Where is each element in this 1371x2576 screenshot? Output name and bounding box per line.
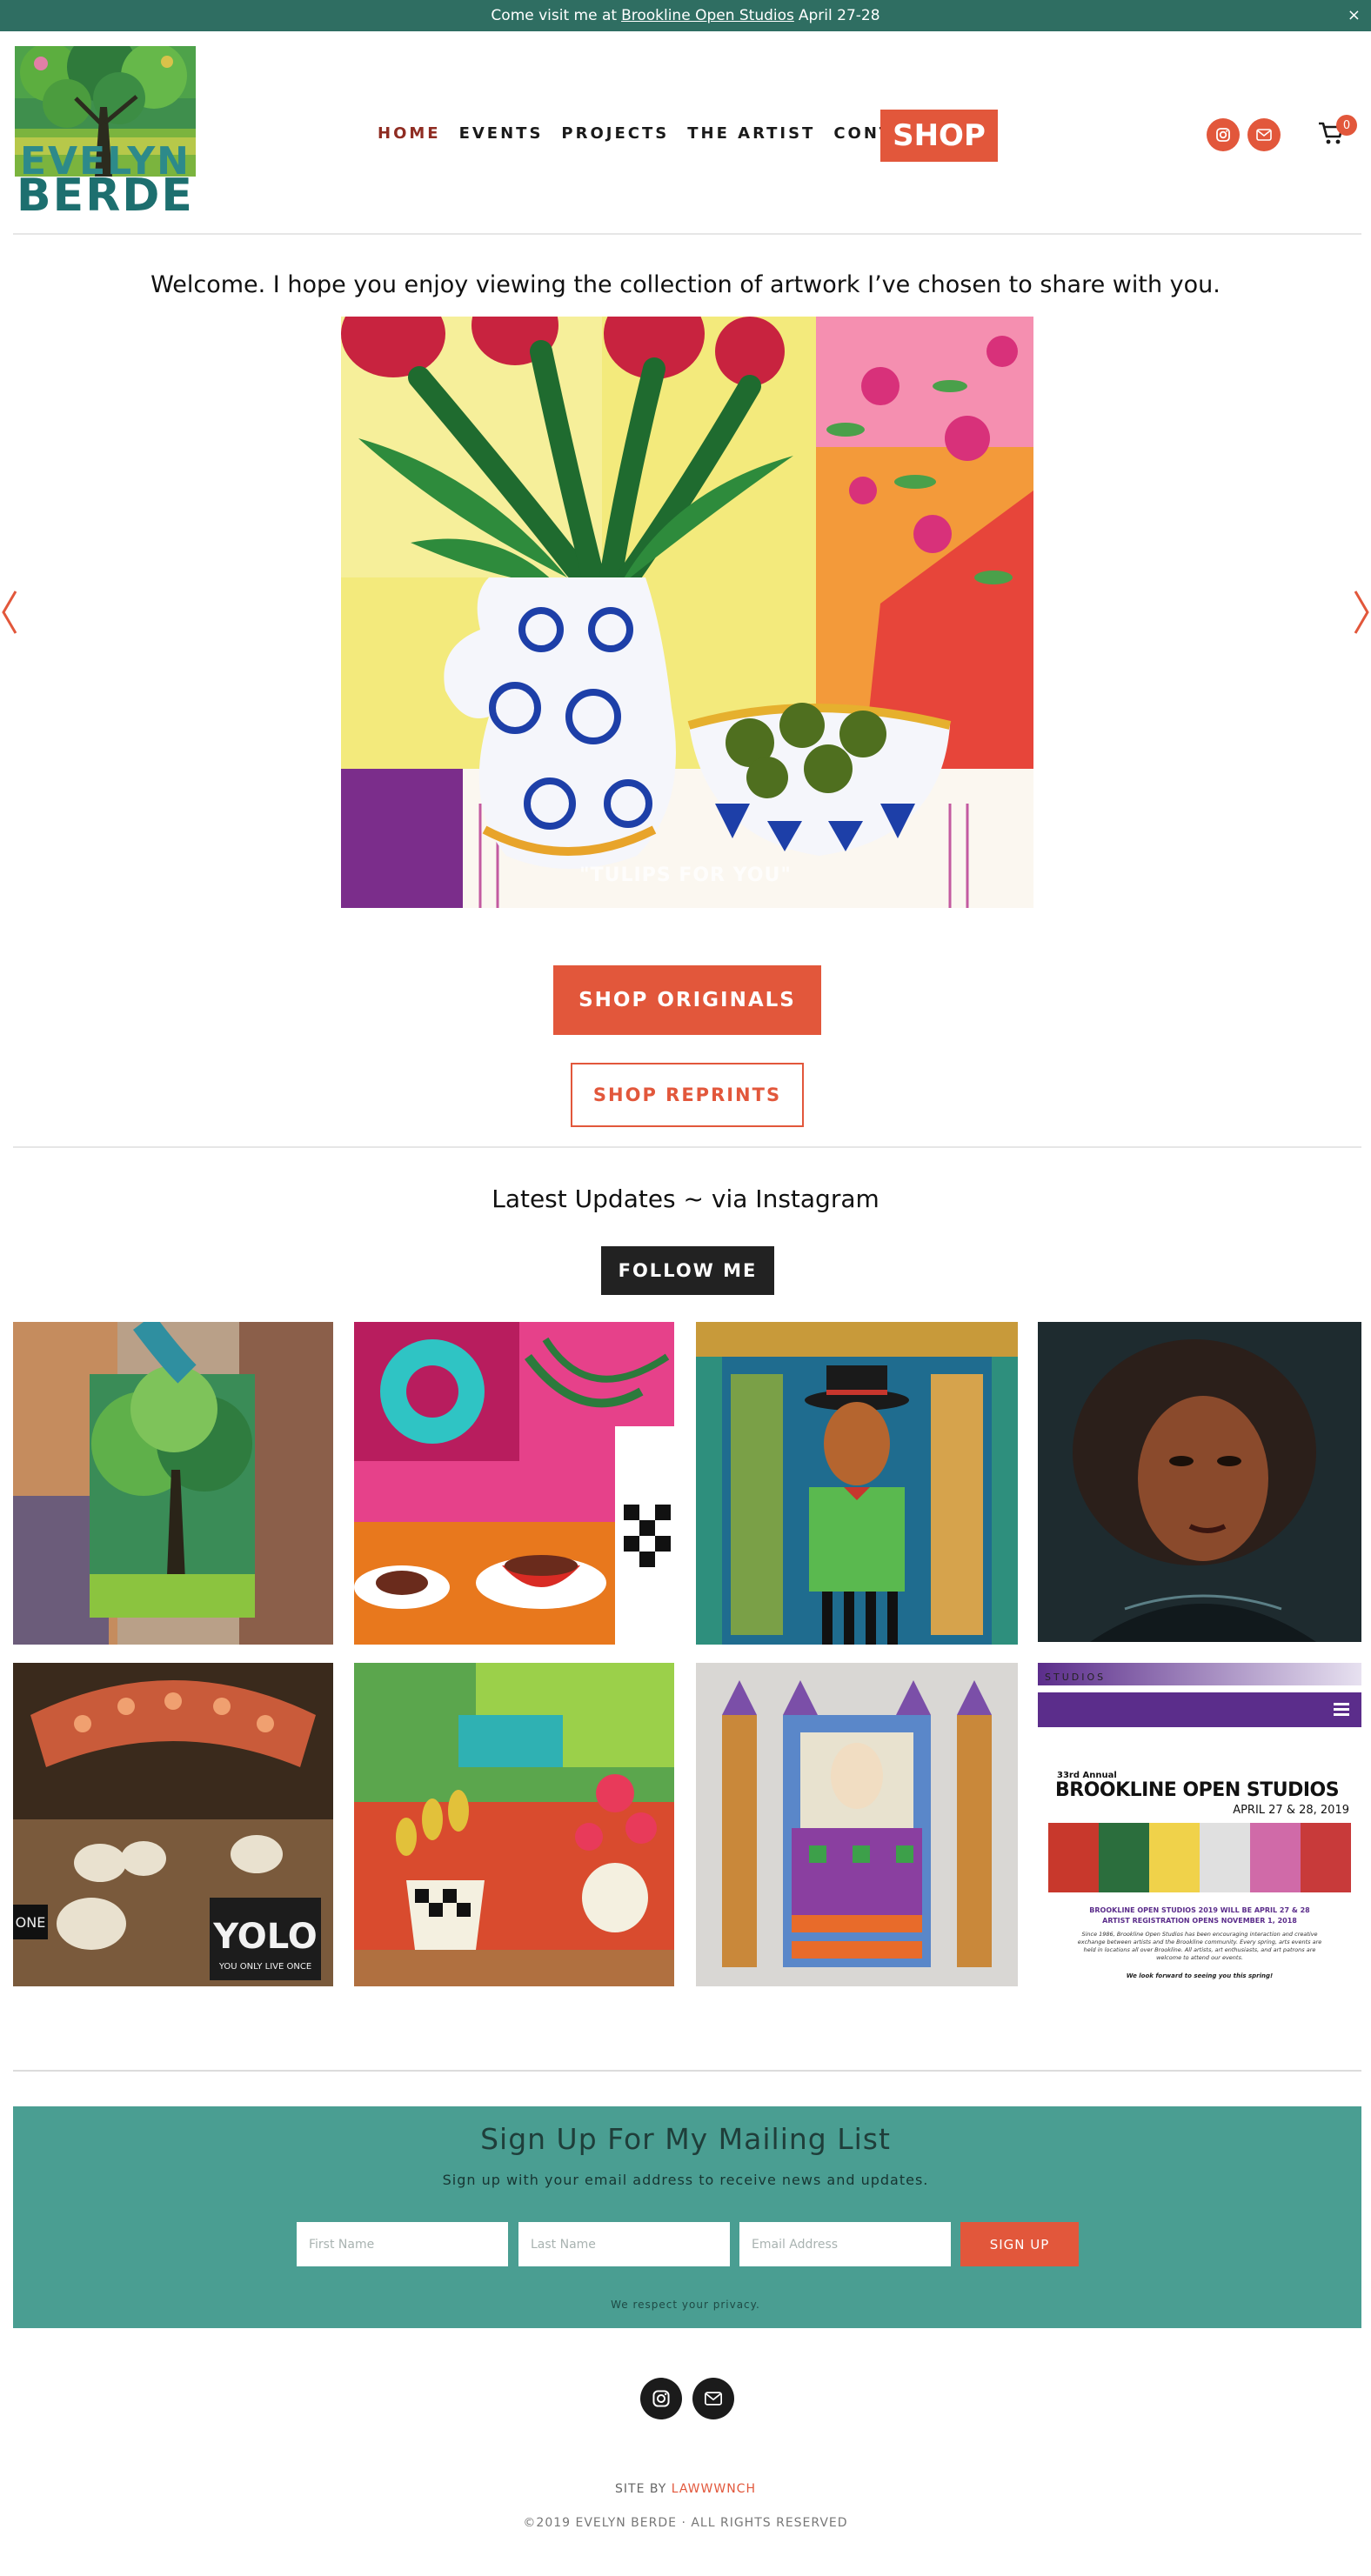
site-logo[interactable]: EVELYN BERDE (15, 46, 196, 222)
mailing-title: Sign Up For My Mailing List (480, 2122, 891, 2156)
mailing-subtitle: Sign up with your email address to recei… (442, 2172, 929, 2188)
site-by-link[interactable]: LAWWWNCH (672, 2482, 756, 2496)
hero-caption: "TULIPS FOR YOU" (579, 864, 792, 886)
nav-the-artist[interactable]: THE ARTIST (687, 124, 815, 143)
email-icon[interactable] (1247, 118, 1281, 151)
shop-reprints-button[interactable]: SHOP REPRINTS (571, 1063, 804, 1127)
instagram-post-teacups[interactable] (354, 1322, 674, 1645)
yolo-sign-subtext: YOU ONLY LIVE ONCE (218, 1962, 311, 1972)
footer-divider (13, 2070, 1361, 2072)
instagram-post-saint-icon[interactable] (696, 1663, 1018, 1986)
poster-body: Since 1986, Brookline Open Studios has b… (1077, 1931, 1322, 1961)
last-name-field[interactable] (518, 2222, 730, 2266)
nav-home[interactable]: HOME (378, 124, 441, 143)
hamburger-icon (1334, 1703, 1349, 1717)
instagram-post-woman-portrait[interactable] (1038, 1322, 1361, 1642)
site-by-label: SITE BY (615, 2482, 667, 2496)
poster-closing: We look forward to seeing you this sprin… (1126, 1972, 1274, 1979)
poster-menu-bar (1038, 1692, 1361, 1727)
announcement-prefix: Come visit me at (491, 7, 618, 24)
poster-brand: STUDIOS (1045, 1672, 1107, 1683)
poster-artwork-strip (1048, 1823, 1351, 1892)
welcome-text: Welcome. I hope you enjoy viewing the co… (150, 271, 1221, 298)
shop-originals-button[interactable]: SHOP ORIGINALS (553, 965, 821, 1035)
first-name-field[interactable] (297, 2222, 508, 2266)
instagram-icon[interactable] (640, 2378, 682, 2419)
announcement-link[interactable]: Brookline Open Studios (621, 7, 794, 24)
sign-up-button[interactable]: SIGN UP (960, 2222, 1079, 2266)
instagram-post-tulips-table[interactable] (354, 1663, 674, 1986)
chevron-right-icon[interactable] (1350, 588, 1371, 637)
instagram-post-lamp-birds[interactable]: YOLO YOU ONLY LIVE ONCE ONE (13, 1663, 333, 1986)
yolo-sign-text: YOLO (212, 1917, 318, 1957)
instagram-icon[interactable] (1207, 118, 1240, 151)
logo-last-name: BERDE (17, 170, 194, 222)
follow-me-button[interactable]: FOLLOW ME (601, 1246, 774, 1295)
chevron-left-icon[interactable] (0, 588, 21, 637)
header-divider (13, 233, 1361, 235)
main-nav: HOME EVENTS PROJECTS THE ARTIST CONTACT (378, 124, 952, 143)
privacy-note: We respect your privacy. (611, 2299, 760, 2311)
poster-line-1: BROOKLINE OPEN STUDIOS 2019 WILL BE APRI… (1089, 1906, 1310, 1914)
poster-title: BROOKLINE OPEN STUDIOS (1055, 1779, 1340, 1801)
cart-count: 0 (1336, 115, 1357, 136)
instagram-post-man-portrait[interactable] (696, 1322, 1018, 1645)
shop-button[interactable]: SHOP (880, 110, 998, 162)
poster-dates: APRIL 27 & 28, 2019 (1233, 1804, 1349, 1817)
updates-title: Latest Updates ~ via Instagram (492, 1185, 879, 1213)
instagram-post-tree-tote[interactable] (13, 1322, 333, 1645)
announcement-suffix: April 27-28 (798, 7, 880, 24)
copyright: ©2019 EVELYN BERDE · ALL RIGHTS RESERVED (523, 2516, 848, 2530)
email-field[interactable] (739, 2222, 951, 2266)
partial-sign-text: ONE (16, 1914, 46, 1931)
nav-projects[interactable]: PROJECTS (561, 124, 669, 143)
section-divider (13, 1146, 1361, 1148)
hero-painting[interactable] (341, 317, 1033, 908)
announcement-bar: Come visit me at Brookline Open Studios … (0, 0, 1371, 31)
nav-events[interactable]: EVENTS (459, 124, 544, 143)
instagram-post-open-studios-poster[interactable]: STUDIOS 33rd Annual BROOKLINE OPEN STUDI… (1038, 1663, 1361, 1986)
site-credit: SITE BY LAWWWNCH (0, 2482, 1371, 2496)
email-icon[interactable] (692, 2378, 734, 2419)
cart-icon[interactable]: 0 (1317, 115, 1357, 151)
poster-line-2: ARTIST REGISTRATION OPENS NOVEMBER 1, 20… (1102, 1917, 1297, 1925)
close-icon[interactable]: × (1348, 6, 1361, 24)
